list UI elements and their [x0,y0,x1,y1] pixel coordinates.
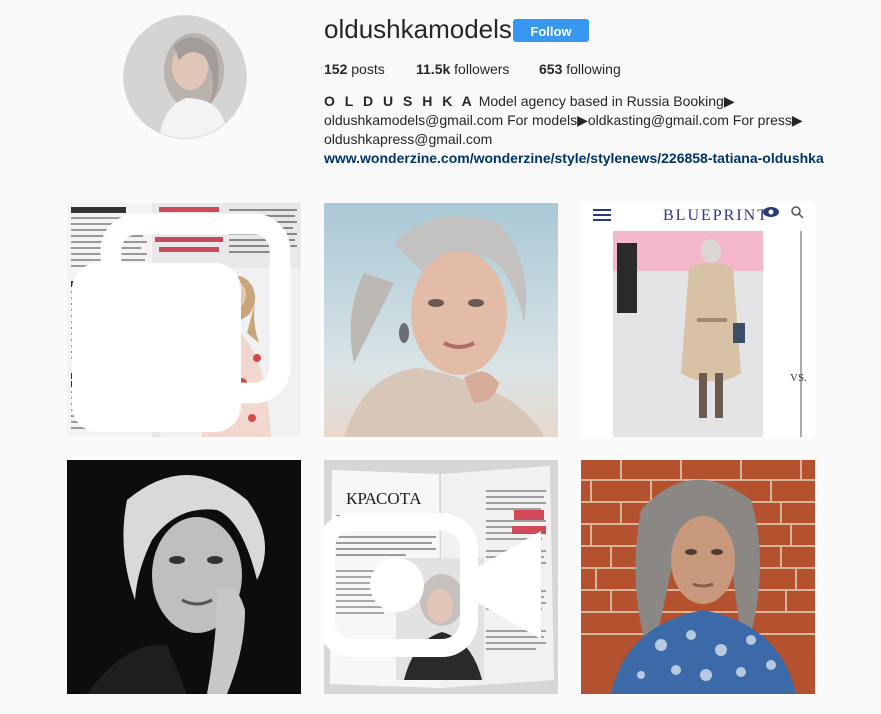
followers-label: followers [454,61,510,77]
following-stat[interactable]: 653 following [539,61,621,77]
post-tile[interactable] [67,460,301,694]
avatar-photo [124,16,246,138]
following-count: 653 [539,61,563,77]
multiple-posts-icon [72,213,291,432]
bio-name: O L D U S H K A [324,93,475,109]
following-label: following [566,61,621,77]
bio-link[interactable]: www.wonderzine.com/wonderzine/style/styl… [324,150,824,166]
blueprint-brand-text: BLUEPRINT [663,207,769,224]
followers-stat[interactable]: 11.5k followers [416,61,509,77]
post-tile[interactable]: КРАСОТА ВНЕ ВРЕМЕНИ [324,460,558,694]
post-image-portrait-brick [581,460,815,694]
posts-stat: 152 posts [324,61,385,77]
posts-count: 152 [324,61,348,77]
followers-count: 11.5k [416,61,451,77]
profile-avatar[interactable] [123,15,247,139]
post-tile[interactable] [67,203,301,437]
post-tile[interactable]: BLUEPRINT VS. [581,203,815,437]
follow-button[interactable]: Follow [513,19,589,42]
profile-bio: O L D U S H K A Model agency based in Ru… [324,92,824,168]
post-image-runway-blueprint: BLUEPRINT VS. [581,203,815,437]
post-image-portrait-color [324,203,558,437]
profile-username: oldushkamodels [324,14,512,44]
post-tile[interactable] [324,203,558,437]
posts-label: posts [351,61,385,77]
post-tile[interactable] [581,460,815,694]
blueprint-side-text: VS. [790,372,807,384]
video-icon [324,513,541,657]
post-image-portrait-bw [67,460,301,694]
